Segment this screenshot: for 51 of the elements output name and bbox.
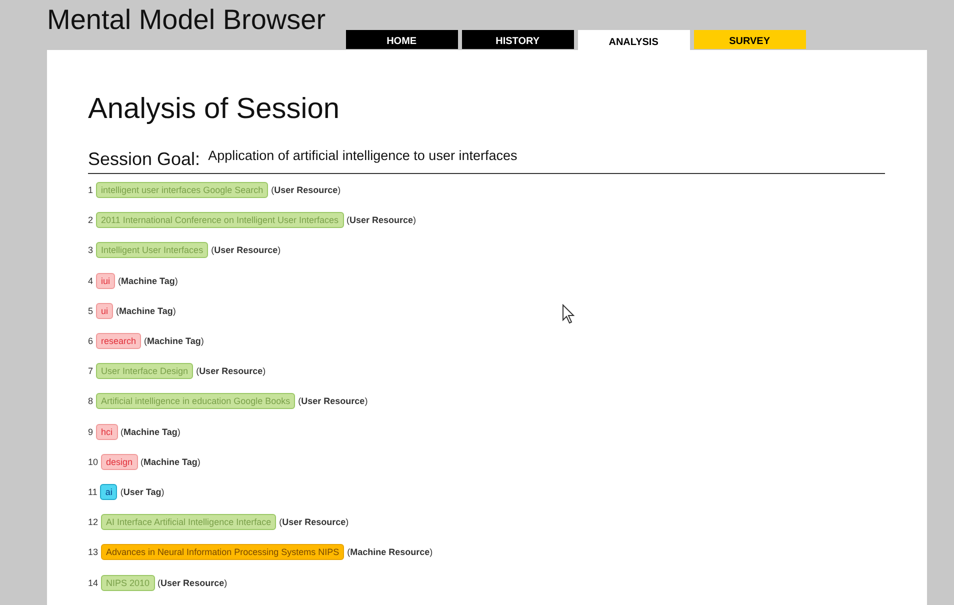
nav-tab[interactable]: SURVEY bbox=[694, 30, 806, 49]
item-type: (Machine Tag) bbox=[144, 336, 204, 346]
goal-label: Session Goal: bbox=[88, 149, 200, 170]
item-number: 9 bbox=[88, 426, 94, 437]
item-type: (User Resource) bbox=[346, 215, 416, 226]
item-number: 14 bbox=[88, 578, 98, 588]
item-chip[interactable]: iui bbox=[96, 272, 116, 289]
item-type: (User Resource) bbox=[158, 578, 228, 588]
item-chip[interactable]: hci bbox=[96, 424, 118, 440]
item-number: 12 bbox=[88, 517, 98, 528]
item-number: 1 bbox=[88, 185, 94, 196]
item-number: 13 bbox=[88, 547, 98, 558]
item-number: 7 bbox=[88, 366, 94, 376]
nav-tab[interactable]: HOME bbox=[346, 30, 458, 49]
item-chip[interactable]: ui bbox=[96, 302, 114, 319]
goal-text: Application of artificial intelligence to user interfaces bbox=[208, 148, 518, 163]
item-type: (Machine Tag) bbox=[116, 306, 176, 316]
item-number: 8 bbox=[88, 396, 94, 406]
item-type: (Machine Tag) bbox=[140, 456, 200, 467]
item-type: (User Resource) bbox=[271, 185, 341, 196]
item-chip[interactable]: Advances in Neural Information Processing Systems NIPS bbox=[101, 544, 344, 560]
item-type: (Machine Tag) bbox=[118, 276, 178, 286]
item-chip[interactable]: design bbox=[101, 454, 138, 470]
item-chip[interactable]: research bbox=[96, 333, 142, 350]
item-chip[interactable]: Artificial intelligence in education Google Books bbox=[96, 393, 296, 410]
item-type: (User Resource) bbox=[279, 517, 349, 528]
item-number: 6 bbox=[88, 336, 94, 346]
pointer-icon bbox=[562, 304, 575, 324]
item-type: (Machine Resource) bbox=[347, 547, 433, 558]
item-chip[interactable]: Intelligent User Interfaces bbox=[96, 242, 208, 258]
item-type: (Machine Tag) bbox=[120, 426, 180, 437]
item-type: (User Resource) bbox=[196, 366, 266, 376]
nav-tab[interactable]: HISTORY bbox=[462, 30, 574, 49]
item-chip[interactable]: User Interface Design bbox=[96, 363, 194, 380]
item-number: 3 bbox=[88, 245, 94, 256]
item-chip[interactable]: 2011 International Conference on Intelligent User Interfaces bbox=[96, 212, 344, 228]
nav-tab[interactable]: ANALYSIS bbox=[578, 30, 690, 50]
page-heading: Analysis of Session bbox=[88, 92, 340, 127]
item-number: 2 bbox=[88, 215, 94, 226]
item-number: 5 bbox=[88, 306, 94, 316]
app-title: Mental Model Browser bbox=[47, 4, 326, 37]
item-number: 11 bbox=[88, 486, 98, 497]
item-number: 10 bbox=[88, 456, 98, 467]
item-type: (User Tag) bbox=[120, 486, 164, 497]
item-chip[interactable]: AI Interface Artificial Intelligence Interface bbox=[101, 514, 276, 530]
item-number: 4 bbox=[88, 276, 94, 286]
item-chip[interactable]: intelligent user interfaces Google Search bbox=[96, 182, 268, 198]
item-chip[interactable]: ai bbox=[100, 484, 118, 500]
item-type: (User Resource) bbox=[211, 245, 281, 256]
item-chip[interactable]: NIPS 2010 bbox=[101, 574, 155, 591]
item-type: (User Resource) bbox=[298, 396, 368, 406]
